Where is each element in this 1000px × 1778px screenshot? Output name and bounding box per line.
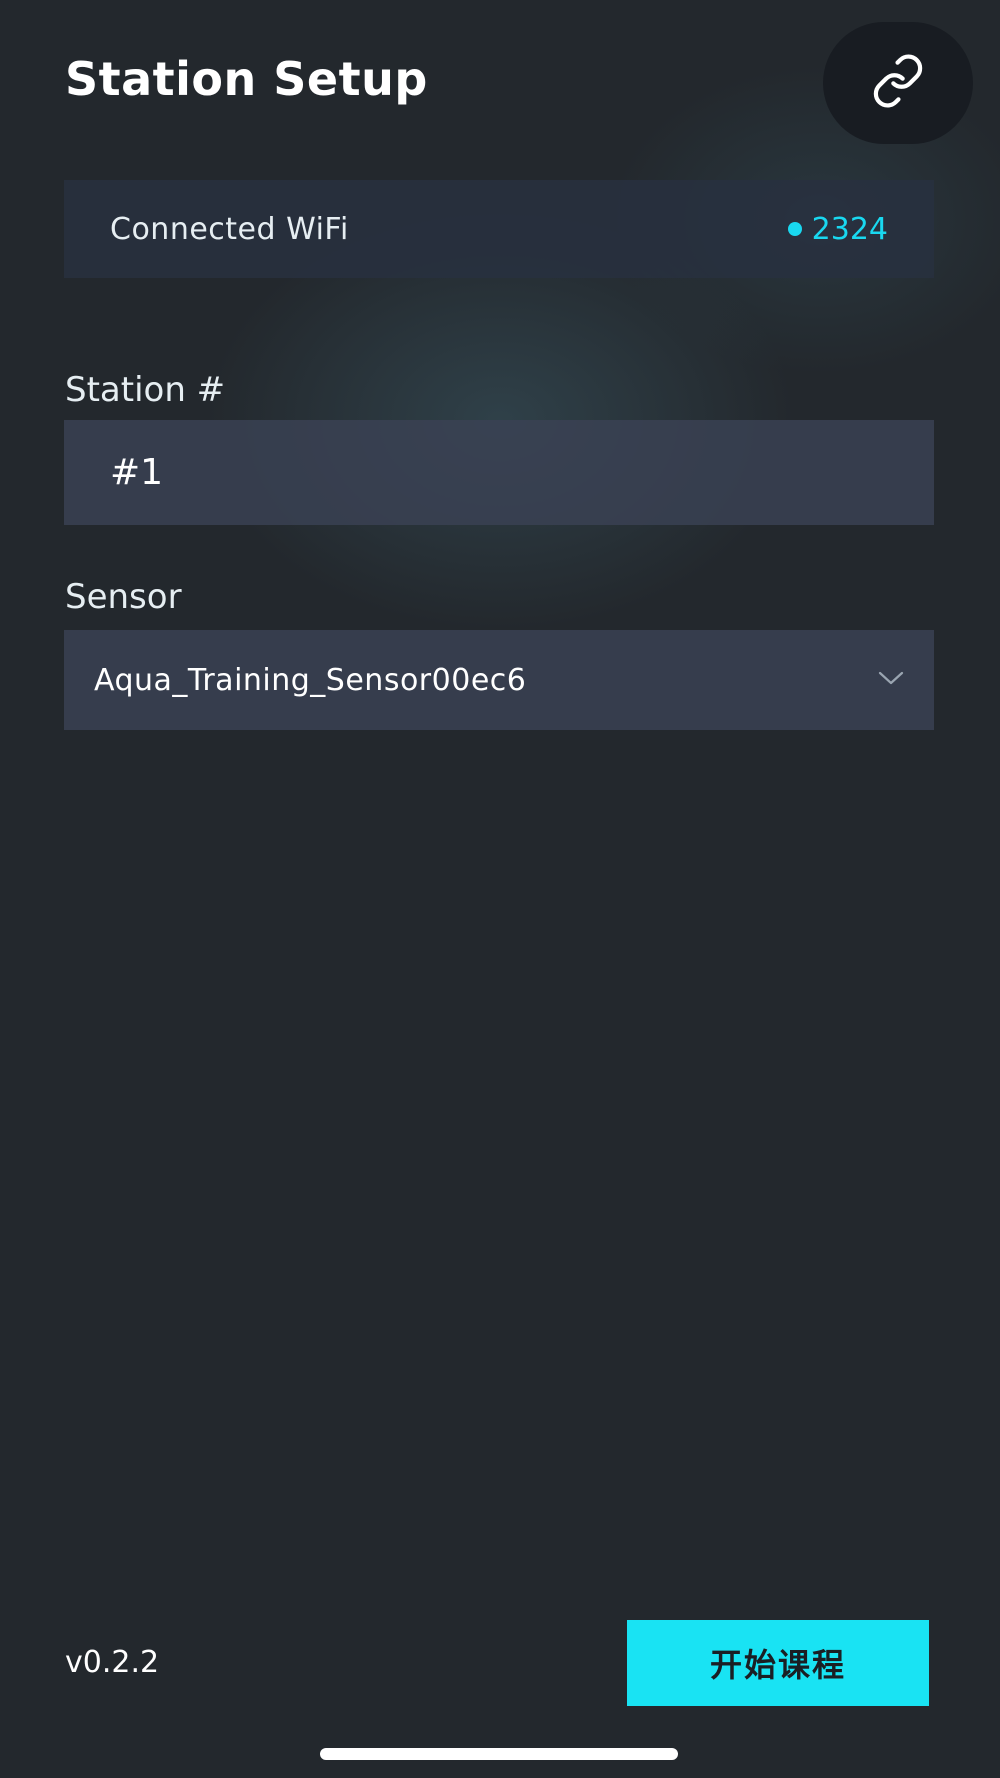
start-course-button[interactable]: 开始课程 <box>627 1620 929 1706</box>
wifi-status-card: Connected WiFi 2324 <box>64 180 934 278</box>
station-label: Station # <box>65 370 226 410</box>
wifi-label: Connected WiFi <box>110 211 349 247</box>
sensor-label: Sensor <box>65 577 182 617</box>
home-indicator[interactable] <box>320 1748 678 1760</box>
chevron-down-icon <box>878 670 904 690</box>
wifi-name: 2324 <box>811 211 888 247</box>
sensor-selected-value: Aqua_Training_Sensor00ec6 <box>94 662 527 698</box>
wifi-status: 2324 <box>787 211 888 247</box>
link-icon <box>870 53 926 113</box>
version-label: v0.2.2 <box>65 1645 160 1680</box>
sensor-select[interactable]: Aqua_Training_Sensor00ec6 <box>64 630 934 730</box>
status-dot-icon <box>787 222 802 236</box>
link-button[interactable] <box>823 22 973 144</box>
station-number-input[interactable]: #1 <box>64 420 934 525</box>
page-title: Station Setup <box>65 52 428 106</box>
